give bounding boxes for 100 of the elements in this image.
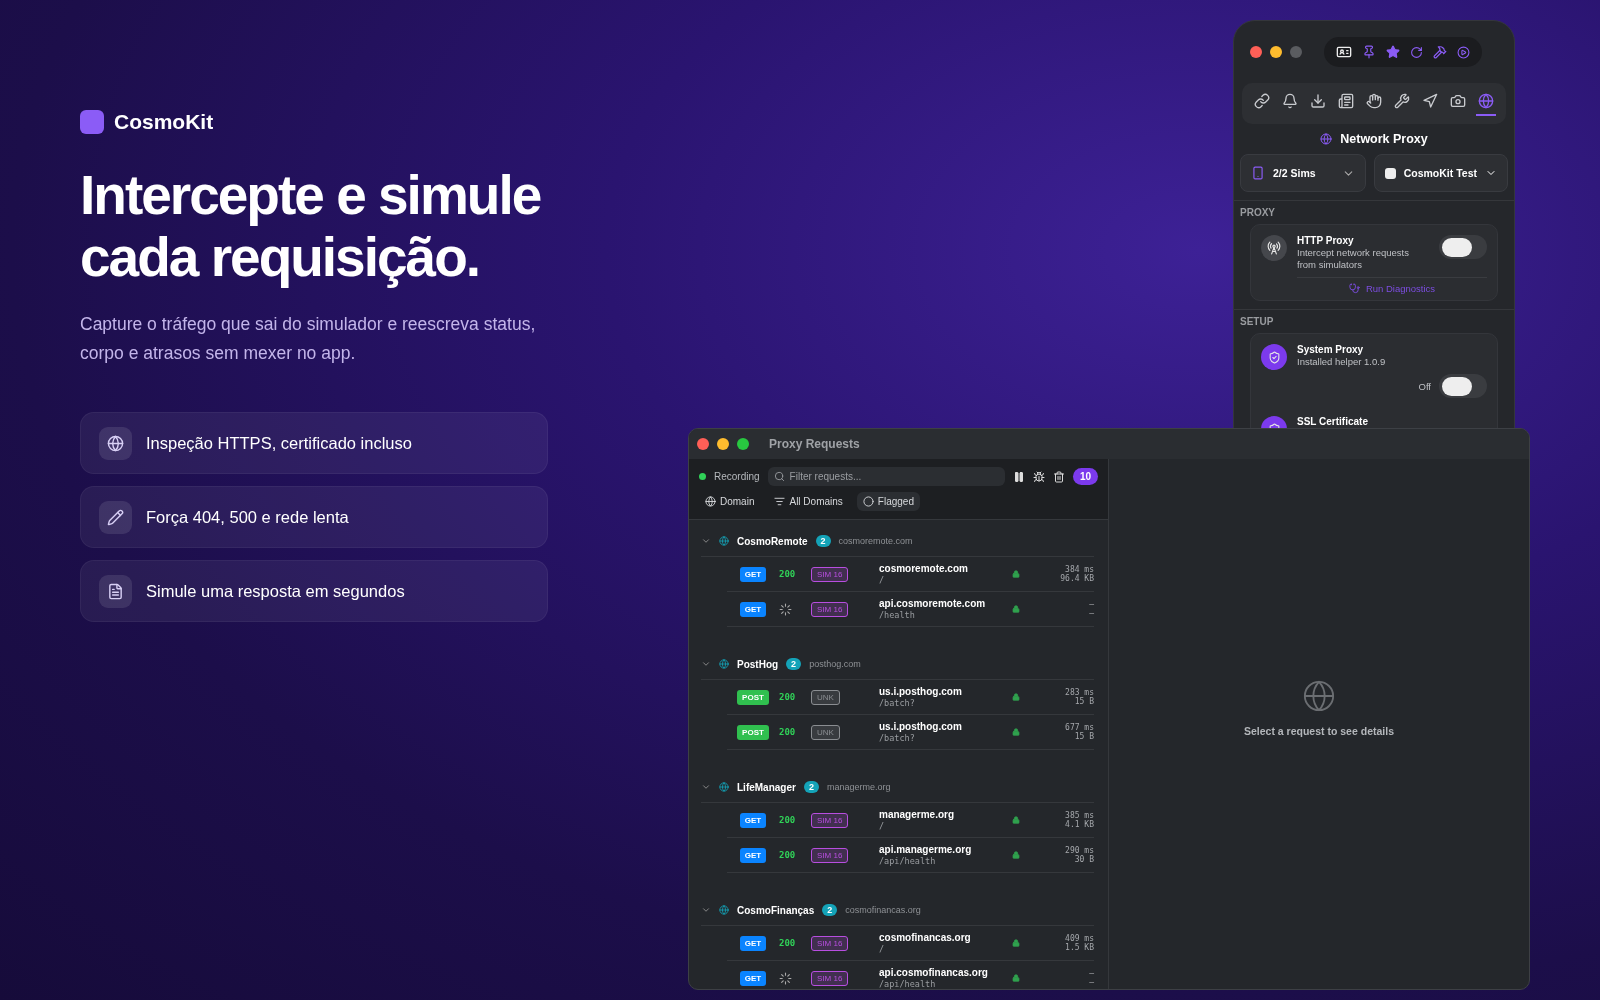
chevron-icon[interactable] <box>701 536 711 546</box>
setting-description: Installed helper 1.0.9 <box>1297 356 1387 368</box>
response-size: 4.1 KB <box>1065 820 1094 829</box>
request-host: api.managerme.org <box>879 844 973 855</box>
simulator-dropdown[interactable]: 2/2 Sims <box>1240 154 1366 192</box>
request-row[interactable]: POST 200 UNK us.i.posthog.com /batch? 677 ms 15 B <box>727 715 1094 750</box>
method-tag: GET <box>739 970 767 986</box>
hero-title: Intercepte e simule cada requisição. <box>80 164 542 288</box>
request-host: us.i.posthog.com <box>879 721 963 732</box>
hammer-icon[interactable] <box>1433 45 1447 59</box>
minimize-button[interactable] <box>717 438 729 450</box>
group-domain: posthog.com <box>809 659 861 669</box>
response-size: 30 B <box>1074 855 1094 864</box>
response-size: 15 B <box>1074 732 1094 741</box>
globe-icon <box>719 659 729 669</box>
play-icon[interactable] <box>1457 45 1470 59</box>
request-row[interactable]: GET 200 SIM 16 cosmofinancas.org / 409 ms 1.5 KB <box>727 926 1094 961</box>
status-code: 200 <box>779 850 797 860</box>
group-name: CosmoRemote <box>737 535 808 547</box>
minimize-button[interactable] <box>1270 46 1282 58</box>
zoom-button[interactable] <box>737 438 749 450</box>
window-title: Proxy Requests <box>769 437 860 451</box>
lock-icon <box>1012 605 1020 613</box>
chevron-icon[interactable] <box>701 905 711 915</box>
request-count: 10 <box>1072 468 1098 485</box>
request-row[interactable]: GET 200 SIM 16 api.managerme.org /api/health 290 ms 30 B <box>727 838 1094 873</box>
delete-button[interactable] <box>1052 470 1065 483</box>
request-duration: 384 ms <box>1065 565 1094 574</box>
request-row[interactable]: POST 200 UNK us.i.posthog.com /batch? 283 ms 15 B <box>727 680 1094 715</box>
pin-icon[interactable] <box>1362 45 1376 59</box>
request-duration: 677 ms <box>1065 723 1094 732</box>
close-button[interactable] <box>1250 46 1262 58</box>
toggle-switch[interactable] <box>1439 374 1487 398</box>
request-row[interactable]: GET 200 SIM 16 managerme.org / 385 ms 4.1 KB <box>727 803 1094 838</box>
filter-field[interactable]: Filter requests... <box>767 467 1005 486</box>
globe-icon <box>1320 133 1333 145</box>
logo-icon <box>80 110 104 134</box>
group-count: 2 <box>803 781 819 793</box>
refresh-icon[interactable] <box>1410 45 1423 59</box>
lock-icon <box>1012 816 1020 824</box>
request-duration: 283 ms <box>1065 688 1094 697</box>
response-size: – <box>1089 978 1094 987</box>
pencil-icon <box>99 500 132 534</box>
response-size: 15 B <box>1074 697 1094 706</box>
tab-globe-icon[interactable] <box>1476 91 1496 116</box>
group-name: PostHog <box>737 658 779 670</box>
filter-chip[interactable]: All Domains <box>768 492 849 511</box>
device-tag: SIM 16 <box>811 935 849 951</box>
status-code: 200 <box>779 938 797 948</box>
request-row[interactable]: GET SIM 16 api.cosmofinancas.org /api/health – – <box>727 961 1094 989</box>
device-tag: SIM 16 <box>811 847 849 863</box>
lock-icon <box>1012 728 1020 736</box>
chevron-icon[interactable] <box>701 659 711 669</box>
filter-chip[interactable]: Flagged <box>856 492 920 511</box>
toggle-switch[interactable] <box>1439 235 1487 259</box>
globe-icon <box>719 782 729 792</box>
brand-name: CosmoKit <box>114 110 214 134</box>
setting-title: System Proxy <box>1297 344 1365 355</box>
bug-button[interactable] <box>1032 470 1045 483</box>
globe-icon <box>719 536 729 546</box>
empty-state-text: Select a request to see details <box>1244 724 1394 737</box>
request-row[interactable]: GET SIM 16 api.cosmoremote.com /health – – <box>727 592 1094 627</box>
request-path: / <box>879 575 886 585</box>
filter-icon <box>774 496 786 507</box>
feature-text: Simule uma resposta em segundos <box>146 581 405 601</box>
antenna-icon <box>1261 235 1287 261</box>
chevron-icon[interactable] <box>701 782 711 792</box>
request-path: /batch? <box>879 698 916 708</box>
phone-icon <box>1251 166 1265 180</box>
project-dropdown[interactable]: CosmoKit Test <box>1373 154 1508 192</box>
method-tag: POST <box>737 689 769 705</box>
lock-icon <box>1012 974 1020 982</box>
close-button[interactable] <box>697 438 709 450</box>
pause-button[interactable] <box>1012 470 1025 483</box>
request-path: / <box>879 944 886 954</box>
recording-label: Recording <box>714 471 760 482</box>
request-path: /health <box>879 610 916 620</box>
group-domain: cosmoremote.com <box>838 536 913 546</box>
star-icon[interactable] <box>1386 45 1400 59</box>
method-tag: GET <box>739 601 767 617</box>
response-size: 96.4 KB <box>1060 574 1094 583</box>
status-code: 200 <box>779 569 797 579</box>
device-tag: SIM 16 <box>811 812 849 828</box>
request-row[interactable]: GET 200 SIM 16 cosmoremote.com / 384 ms 96.4 KB <box>727 557 1094 592</box>
response-size: – <box>1089 609 1094 618</box>
globe-icon <box>99 426 132 460</box>
circle-icon <box>862 496 874 507</box>
checkbox-icon <box>1384 167 1396 179</box>
request-host: us.i.posthog.com <box>879 686 963 697</box>
group-count: 2 <box>786 658 802 670</box>
device-tag: SIM 16 <box>811 970 849 986</box>
id-card-icon[interactable] <box>1336 44 1352 60</box>
device-tag: SIM 16 <box>811 566 849 582</box>
request-path: /api/health <box>879 856 937 866</box>
request-duration: 409 ms <box>1065 934 1094 943</box>
filter-chip[interactable]: Domain <box>699 492 761 511</box>
request-host: cosmofinancas.org <box>879 932 972 943</box>
stethoscope-icon <box>1348 283 1360 294</box>
globe-icon <box>1302 678 1336 713</box>
device-tag: UNK <box>811 689 840 705</box>
